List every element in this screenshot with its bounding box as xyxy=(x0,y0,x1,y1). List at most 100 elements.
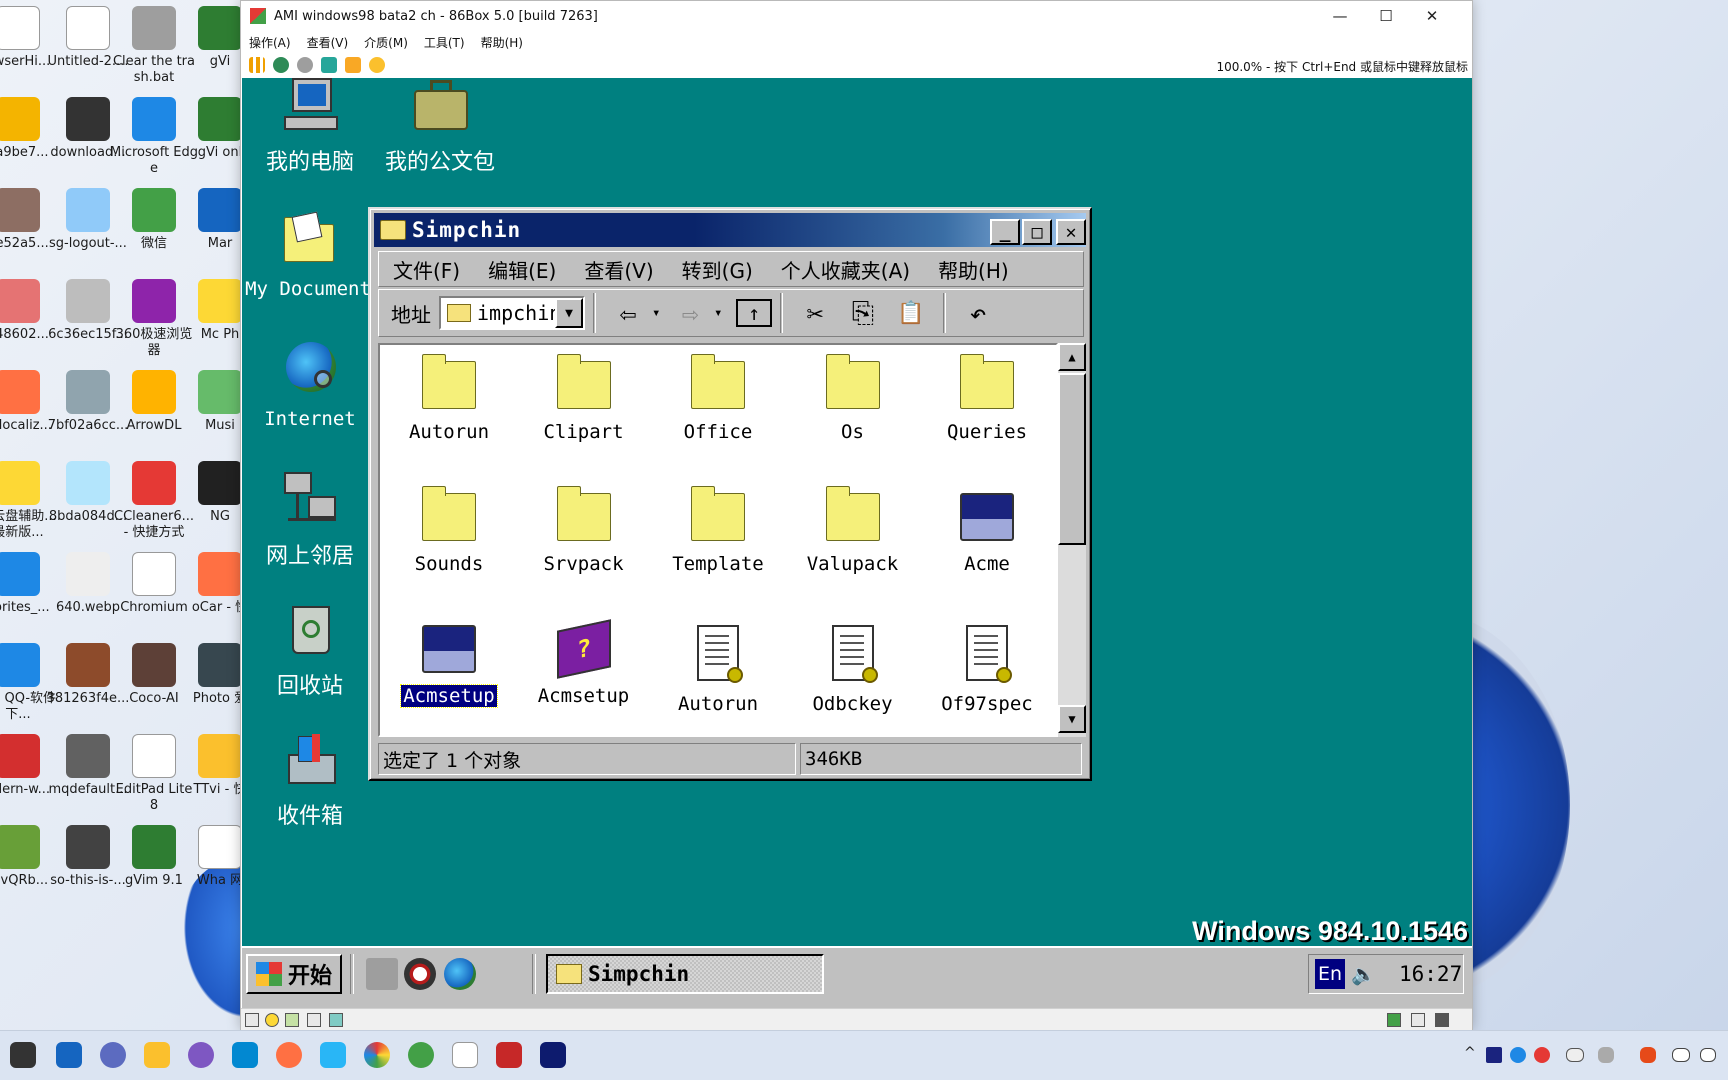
file-item[interactable]: Acmsetup xyxy=(384,625,514,708)
img-icon xyxy=(0,825,40,869)
file-item[interactable]: Autorun xyxy=(653,625,783,715)
clock[interactable]: 16:27 xyxy=(1399,962,1462,986)
tray-app-icon[interactable] xyxy=(1486,1047,1502,1063)
network-adapter-icon[interactable] xyxy=(307,1013,321,1027)
vertical-scrollbar[interactable]: ▲ ▼ xyxy=(1058,343,1086,737)
cut-button[interactable]: ✂ xyxy=(791,293,839,333)
forward-dropdown-icon[interactable]: ▾ xyxy=(714,305,728,321)
floppy-icon[interactable] xyxy=(245,1013,259,1027)
explorer-minimize-button[interactable]: _ xyxy=(990,219,1020,245)
reset-icon[interactable] xyxy=(273,57,289,73)
menu-favorites[interactable]: 个人收藏夹(A) xyxy=(767,255,924,284)
menu-action[interactable]: 操作(A) xyxy=(241,31,299,53)
file-item[interactable]: Odbckey xyxy=(788,625,918,715)
taskbar-item-simpchin[interactable]: Simpchin xyxy=(546,954,824,994)
menu-view[interactable]: 查看(V) xyxy=(570,255,667,284)
firefox-icon[interactable] xyxy=(276,1042,302,1068)
bluetooth-icon[interactable] xyxy=(1510,1047,1526,1063)
tray-app3-icon[interactable] xyxy=(1640,1047,1656,1063)
w-app-icon[interactable] xyxy=(320,1042,346,1068)
tray-app2-icon[interactable] xyxy=(1534,1047,1550,1063)
close-button[interactable]: ✕ xyxy=(1409,1,1455,31)
menu-help[interactable]: 帮助(H) xyxy=(924,255,1023,284)
widgets-icon[interactable] xyxy=(56,1042,82,1068)
file-item[interactable]: Sounds xyxy=(384,486,514,575)
file-item[interactable]: Office xyxy=(653,354,783,443)
ctrl-alt-del-icon[interactable] xyxy=(321,57,337,73)
menu-file[interactable]: 文件(F) xyxy=(379,255,474,284)
cdrom-icon[interactable] xyxy=(265,1013,279,1027)
ai-app-icon[interactable] xyxy=(188,1042,214,1068)
power-icon[interactable] xyxy=(297,57,313,73)
document-icon[interactable] xyxy=(452,1042,478,1068)
task-view-icon[interactable] xyxy=(10,1042,36,1068)
file-item[interactable]: Clipart xyxy=(519,354,649,443)
back-button[interactable]: ⇦ xyxy=(604,293,652,333)
up-folder-button[interactable]: ↑ xyxy=(736,299,772,327)
file-item[interactable]: Acme xyxy=(922,493,1052,575)
86box-taskbar-icon[interactable] xyxy=(496,1042,522,1068)
desktop-icon-briefcase[interactable]: 我的公文包 xyxy=(370,78,510,176)
paste-button[interactable]: 📋 xyxy=(887,293,935,333)
scroll-thumb[interactable] xyxy=(1058,373,1086,545)
file-item[interactable]: Valupack xyxy=(788,486,918,575)
scroll-down-button[interactable]: ▼ xyxy=(1058,705,1086,733)
internet-explorer-icon[interactable] xyxy=(444,958,476,990)
menu-view[interactable]: 查看(V) xyxy=(299,31,357,53)
pause-icon[interactable] xyxy=(249,57,265,73)
menu-media[interactable]: 介质(M) xyxy=(356,31,416,53)
copy-button[interactable]: ⎘ xyxy=(839,293,887,333)
explorer-close-button[interactable]: ✕ xyxy=(1056,219,1086,245)
edge-icon[interactable] xyxy=(408,1042,434,1068)
show-desktop-icon[interactable] xyxy=(366,958,398,990)
explorer-titlebar[interactable]: Simpchin _ □ ✕ xyxy=(374,213,1086,247)
menu-tools[interactable]: 工具(T) xyxy=(416,31,473,53)
outlook-express-icon[interactable] xyxy=(404,958,436,990)
forward-button[interactable]: ⇨ xyxy=(666,293,714,333)
volume-icon[interactable]: 🔈 xyxy=(1351,962,1376,986)
store-icon[interactable] xyxy=(232,1042,258,1068)
explorer-maximize-button[interactable]: □ xyxy=(1022,219,1052,245)
chevron-down-icon[interactable]: ▼ xyxy=(555,298,583,328)
browser-360-icon[interactable] xyxy=(364,1042,390,1068)
desktop-icon-internet[interactable]: Internet xyxy=(242,340,380,430)
emulator-titlebar[interactable]: AMI windows98 bata2 ch - 86Box 5.0 [buil… xyxy=(241,1,1472,31)
desktop-icon-network[interactable]: 网上邻居 xyxy=(242,470,380,570)
hdd-icon[interactable] xyxy=(285,1013,299,1027)
minimize-button[interactable]: — xyxy=(1317,1,1363,31)
back-dropdown-icon[interactable]: ▾ xyxy=(652,305,666,321)
desktop-icon-my-documents[interactable]: My Document xyxy=(242,210,378,300)
menu-help[interactable]: 帮助(H) xyxy=(473,31,531,53)
desktop-icon-recycle-bin[interactable]: 回收站 xyxy=(242,600,380,700)
file-list[interactable]: Autorun Clipart Office Os Queries Sounds Srvpa… xyxy=(378,343,1058,737)
ctrl-alt-esc-icon[interactable] xyxy=(345,57,361,73)
file-item[interactable]: Os xyxy=(788,354,918,443)
file-item[interactable]: ? Acmsetup xyxy=(519,619,649,707)
chevron-up-icon[interactable]: ^ xyxy=(1464,1045,1476,1061)
speaker-icon[interactable] xyxy=(1700,1048,1716,1062)
menu-go[interactable]: 转到(G) xyxy=(668,255,767,284)
file-explorer-icon[interactable] xyxy=(144,1042,170,1068)
emulator-display-icon[interactable] xyxy=(540,1042,566,1068)
start-button[interactable]: 开始 xyxy=(246,954,342,994)
scroll-up-button[interactable]: ▲ xyxy=(1058,343,1086,371)
sound-icon[interactable] xyxy=(329,1013,343,1027)
desktop-icon-inbox[interactable]: 收件箱 xyxy=(242,730,380,830)
menu-edit[interactable]: 编辑(E) xyxy=(474,255,570,284)
maximize-button[interactable]: ☐ xyxy=(1363,1,1409,31)
input-language-indicator[interactable]: En xyxy=(1315,959,1345,989)
chat-icon[interactable] xyxy=(100,1042,126,1068)
ime-icon[interactable] xyxy=(1598,1047,1614,1063)
address-combobox[interactable]: impchin ▼ xyxy=(439,296,585,330)
settings-icon[interactable] xyxy=(369,57,385,73)
guest-screen[interactable]: 我的电脑 我的公文包 My Document Internet 网上邻居 回收站… xyxy=(242,78,1472,1008)
file-item[interactable]: Of97spec xyxy=(922,625,1052,715)
file-item[interactable]: Srvpack xyxy=(519,486,649,575)
file-item[interactable]: Queries xyxy=(922,354,1052,443)
file-item[interactable]: Autorun xyxy=(384,354,514,443)
file-item[interactable]: Template xyxy=(653,486,783,575)
desktop-icon-my-computer[interactable]: 我的电脑 xyxy=(242,78,380,176)
network-status-icon[interactable] xyxy=(1672,1048,1690,1062)
undo-button[interactable]: ↶ xyxy=(954,293,1002,333)
keyboard-icon[interactable] xyxy=(1566,1048,1584,1062)
